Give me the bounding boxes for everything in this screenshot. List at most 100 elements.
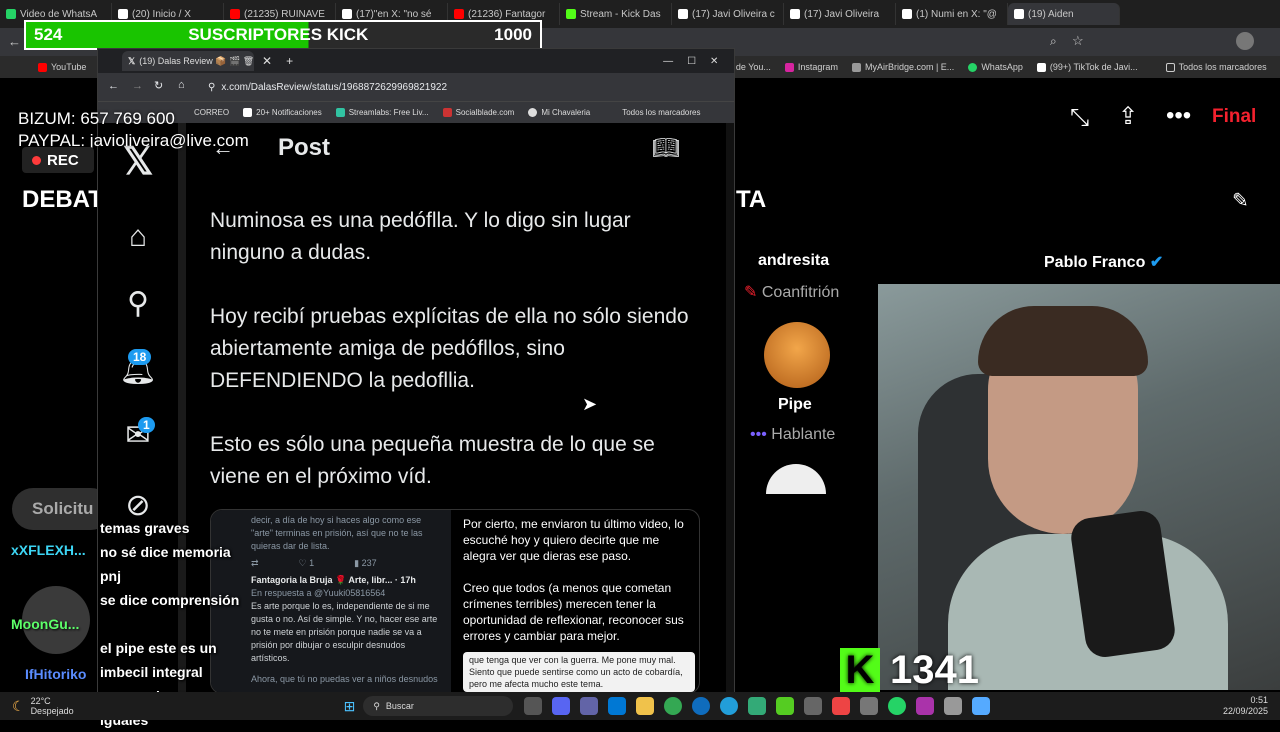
whatsapp-icon[interactable] — [888, 697, 907, 715]
post-scrollbar[interactable] — [726, 123, 734, 694]
cohost-icon: ✎ — [744, 284, 758, 301]
back-icon[interactable]: ← — [8, 34, 21, 49]
outlook-icon[interactable] — [608, 697, 627, 715]
tab-favicon-icon — [6, 9, 16, 19]
inner-tab-strip: 𝕏 (19) Dalas Review 📦 🎬 🗑 en ✕ + — ☐ ✕ — [98, 49, 734, 73]
tab-favicon-icon — [566, 9, 576, 19]
bookmark-instagram[interactable]: Instagram — [784, 62, 838, 72]
bookmark-streamlabs[interactable]: Streamlabs: Free Liv... — [335, 108, 429, 117]
tab-favicon-icon — [678, 9, 688, 19]
outer-browser-tab[interactable]: (17) Javi Oliveira — [784, 3, 896, 25]
reader-icon[interactable]: 📖︎ — [652, 135, 680, 161]
home-nav-icon[interactable]: ⌂ — [118, 217, 158, 257]
post-body: Numinosa es una pedóflla. Y lo digo sin … — [210, 205, 690, 525]
explorer-icon[interactable] — [636, 697, 655, 715]
post-paragraph: Hoy recibí pruebas explícitas de ella no… — [210, 305, 689, 392]
post-media-image[interactable]: decir, a día de hoy si haces algo como e… — [210, 509, 700, 694]
windows-start-icon[interactable]: ⊞ — [344, 698, 356, 715]
home-icon[interactable]: ⌂ — [178, 79, 185, 91]
bookmark-whatsapp[interactable]: WhatsApp — [968, 62, 1023, 72]
hair-shape — [978, 306, 1148, 376]
participant-name: Pablo Franco ✔ — [1044, 254, 1164, 271]
more-icon[interactable]: ••• — [1166, 102, 1191, 130]
discord-icon[interactable] — [552, 697, 571, 715]
telegram-icon[interactable] — [720, 697, 739, 715]
x-favicon-icon: 𝕏 — [128, 55, 136, 66]
site-info-icon: ⚲ — [208, 81, 216, 93]
rec-dot-icon — [32, 155, 41, 165]
outer-browser-tab[interactable]: (19) Aiden — [1008, 3, 1120, 25]
inner-back-icon[interactable]: ← — [108, 80, 119, 92]
app-icon[interactable] — [748, 697, 767, 715]
bookmark-all[interactable]: Todos los marcadores — [1165, 62, 1267, 72]
bookmark-socialblade[interactable]: Socialblade.com — [442, 108, 514, 117]
subs-count: 524 — [34, 25, 63, 44]
tab-favicon-icon — [790, 9, 800, 19]
chat-message: temas graves — [100, 520, 190, 536]
bookmark-notificaciones[interactable]: 20+ Notificaciones — [243, 108, 322, 117]
participant-role: ✎ Coanfitrión — [744, 284, 840, 301]
search-nav-icon[interactable]: ⚲ — [118, 283, 158, 323]
inner-close-tab-icon[interactable]: ✕ — [262, 54, 272, 68]
bookmark-chavaleria[interactable]: Mi Chavaleria — [528, 108, 590, 117]
tab-label: (17) Javi Oliveira — [804, 8, 880, 20]
outer-browser-tab[interactable]: (1) Numi en X: "@ — [896, 3, 1008, 25]
app-icon[interactable] — [860, 697, 879, 715]
bookmark-myairbridge[interactable]: MyAirBridge.com | E... — [851, 62, 954, 72]
tab-label: Stream - Kick Das — [580, 8, 661, 20]
close-window-icon[interactable]: ✕ — [710, 56, 718, 67]
bookmark-all-inner[interactable]: Todos los marcadores — [622, 108, 700, 117]
kick-subs-goal-bar: 524 SUSCRIPTORES KICK 1000 — [24, 20, 542, 50]
star-icon[interactable]: ☆ — [1072, 33, 1084, 49]
app-icon[interactable] — [832, 697, 851, 715]
app-icon[interactable] — [776, 697, 795, 715]
messages-badge: 1 — [138, 417, 155, 433]
maximize-icon[interactable]: ☐ — [687, 56, 696, 67]
pipe-avatar[interactable] — [764, 322, 830, 388]
obs-icon[interactable] — [972, 697, 991, 715]
bookmark-youtube[interactable]: YouTube — [38, 62, 86, 72]
tab-favicon-icon — [1014, 9, 1024, 19]
inner-forward-icon[interactable]: → — [132, 80, 143, 92]
tab-label: (21236) Fantagor — [468, 8, 546, 20]
tab-favicon-icon — [342, 9, 352, 19]
subs-title: SUSCRIPTORES KICK — [188, 25, 369, 44]
minimize-icon[interactable]: — — [663, 56, 673, 67]
post-header: ← Post 📖︎ — [198, 123, 720, 173]
retweet-icon: ⇄ — [251, 558, 259, 568]
tab-label: (1) Numi en X: "@ — [916, 8, 997, 20]
share-icon[interactable]: ⇪ — [1118, 102, 1138, 131]
url-field[interactable]: ⚲ x.com/DalasReview/status/1968872629969… — [208, 77, 468, 97]
tab-favicon-icon — [230, 9, 240, 19]
chat-username: IfHitoriko — [25, 666, 87, 682]
debate-title-left: DEBAT — [22, 186, 103, 213]
tab-label: (19) Aiden — [1028, 8, 1074, 20]
new-tab-icon[interactable]: + — [286, 54, 293, 68]
reload-icon[interactable]: ↻ — [154, 79, 163, 92]
kick-viewer-count: K 1341 — [840, 648, 979, 692]
outer-browser-tab[interactable]: Stream - Kick Das — [560, 3, 672, 25]
donation-info: BIZUM: 657 769 600 PAYPAL: javioliveira@… — [18, 108, 249, 152]
app-icon[interactable] — [944, 697, 963, 715]
inner-active-tab[interactable]: 𝕏 (19) Dalas Review 📦 🎬 🗑 en — [122, 51, 254, 71]
teams-icon[interactable] — [580, 697, 599, 715]
outer-browser-tab[interactable]: (17) Javi Oliveira c — [672, 3, 784, 25]
profile-avatar[interactable] — [1236, 32, 1254, 50]
chrome-icon[interactable] — [664, 697, 683, 715]
weather-widget[interactable]: 22°C Despejado — [31, 696, 74, 716]
app-icon[interactable] — [916, 697, 935, 715]
edge-icon[interactable] — [692, 697, 711, 715]
bizum-text: BIZUM: 657 769 600 — [18, 109, 175, 128]
settings-icon[interactable] — [804, 697, 823, 715]
task-view-icon[interactable] — [524, 697, 543, 715]
collapse-icon[interactable]: ⤡ — [1070, 104, 1089, 132]
bookmark-tiktok[interactable]: (99+) TikTok de Javi... — [1036, 62, 1138, 72]
edit-icon[interactable]: ✎ — [1232, 188, 1249, 213]
zoom-icon[interactable]: ⌕ — [1050, 34, 1057, 49]
chat-message: el pipe este es un imbecil integral — [100, 640, 217, 680]
taskbar-search[interactable]: ⚲ Buscar — [363, 696, 514, 716]
final-button[interactable]: Final — [1212, 106, 1256, 128]
clock[interactable]: 0:51 22/09/2025 — [1223, 695, 1268, 717]
chat-username: xXFLEXH... — [11, 542, 86, 558]
avatar[interactable] — [766, 464, 826, 494]
